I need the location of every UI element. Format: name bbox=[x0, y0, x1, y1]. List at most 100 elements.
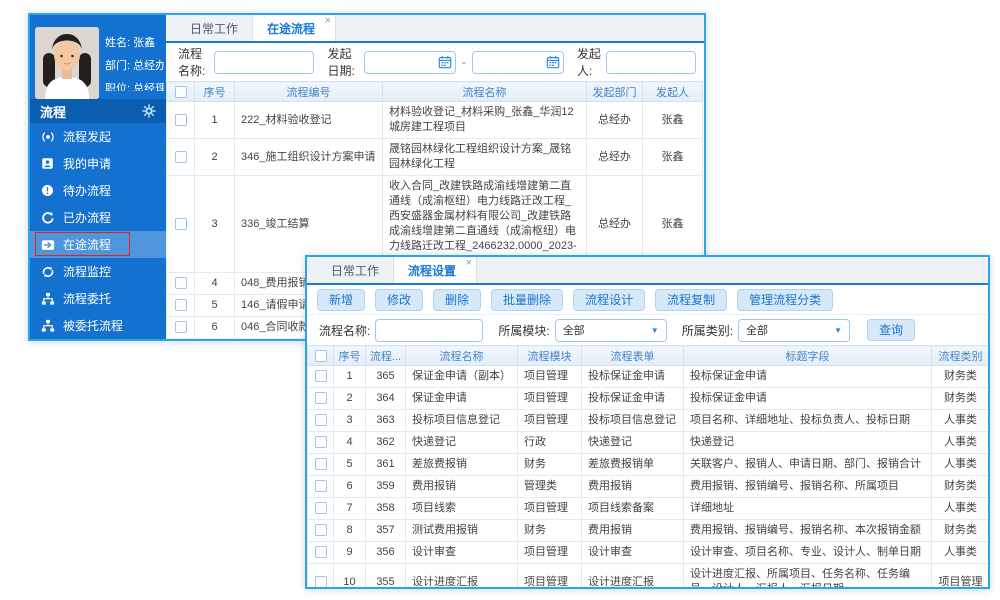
category-select[interactable]: 全部 ▼ bbox=[738, 319, 850, 342]
batch-delete-button[interactable]: 批量删除 bbox=[491, 289, 563, 311]
cell-category: 人事类 bbox=[932, 454, 990, 476]
cell-category: 财务类 bbox=[932, 366, 990, 388]
sidebar-item-label: 已办流程 bbox=[63, 209, 111, 226]
row-checkbox[interactable] bbox=[175, 321, 187, 333]
row-checkbox[interactable] bbox=[175, 114, 187, 126]
tab-bar: 日常工作 流程设置 × bbox=[307, 257, 988, 285]
calendar-icon[interactable] bbox=[546, 55, 560, 69]
category-label: 所属类别: bbox=[682, 322, 733, 339]
row-checkbox[interactable] bbox=[315, 502, 327, 514]
cell-code: 364 bbox=[366, 388, 406, 410]
table-row[interactable]: 10355设计进度汇报项目管理设计进度汇报设计进度汇报、所属项目、任务名称、任务… bbox=[308, 564, 990, 590]
cell-name: 材料验收登记_材料采购_张鑫_华润12城房建工程项目 bbox=[383, 102, 587, 139]
cell-seq: 2 bbox=[195, 139, 235, 176]
sidebar-item-in-transit-processes[interactable]: 在途流程 bbox=[30, 231, 166, 258]
table-row[interactable]: 9356设计审查项目管理设计审查设计审查、项目名称、专业、设计人、制单日期人事类 bbox=[308, 542, 990, 564]
gear-icon[interactable] bbox=[142, 104, 156, 118]
sidebar-item-delegated-processes[interactable]: 被委托流程 bbox=[30, 312, 166, 339]
cell-seq: 6 bbox=[195, 317, 235, 339]
tab-process-settings[interactable]: 流程设置 × bbox=[393, 257, 477, 283]
row-checkbox[interactable] bbox=[175, 218, 187, 230]
table-row[interactable]: 3363投标项目信息登记项目管理投标项目信息登记项目名称、详细地址、投标负责人、… bbox=[308, 410, 990, 432]
tab-daily-work[interactable]: 日常工作 bbox=[317, 257, 393, 283]
process-settings-window: 日常工作 流程设置 × 新增 修改 删除 批量删除 流程设计 流程复制 管理流程… bbox=[305, 255, 990, 589]
row-checkbox[interactable] bbox=[315, 524, 327, 536]
select-all-checkbox[interactable] bbox=[175, 86, 187, 98]
cell-form: 快递登记 bbox=[582, 432, 684, 454]
process-name-input[interactable] bbox=[214, 51, 314, 74]
row-checkbox[interactable] bbox=[315, 458, 327, 470]
tab-daily-work[interactable]: 日常工作 bbox=[176, 15, 252, 41]
row-checkbox[interactable] bbox=[315, 576, 327, 588]
select-all-cell bbox=[167, 82, 195, 102]
query-button[interactable]: 查询 bbox=[867, 319, 915, 341]
table-row[interactable]: 7358项目线索项目管理项目线索备案详细地址人事类 bbox=[308, 498, 990, 520]
cell-seq: 5 bbox=[195, 295, 235, 317]
table-row[interactable]: 6359费用报销管理类费用报销费用报销、报销编号、报销名称、所属项目财务类 bbox=[308, 476, 990, 498]
sidebar-item-my-applications[interactable]: 我的申请 bbox=[30, 150, 166, 177]
close-icon[interactable]: × bbox=[466, 258, 472, 269]
cell-initiator: 张鑫 bbox=[643, 139, 703, 176]
cell-name: 费用报销 bbox=[406, 476, 518, 498]
cell-form: 设计审查 bbox=[582, 542, 684, 564]
date-to-field bbox=[472, 51, 564, 74]
row-checkbox[interactable] bbox=[315, 480, 327, 492]
cell-title_fields: 投标保证金申请 bbox=[684, 388, 932, 410]
cell-name: 保证金申请 bbox=[406, 388, 518, 410]
checkbox-cell bbox=[308, 498, 334, 520]
calendar-icon[interactable] bbox=[438, 55, 452, 69]
checkbox-cell bbox=[167, 317, 195, 339]
tab-in-transit[interactable]: 在途流程 × bbox=[252, 15, 336, 41]
cell-form: 投标项目信息登记 bbox=[582, 410, 684, 432]
row-checkbox[interactable] bbox=[315, 370, 327, 382]
process-design-button[interactable]: 流程设计 bbox=[573, 289, 645, 311]
table-row[interactable]: 1222_材料验收登记材料验收登记_材料采购_张鑫_华润12城房建工程项目总经办… bbox=[167, 102, 703, 139]
cell-seq: 4 bbox=[195, 273, 235, 295]
tab-label: 日常工作 bbox=[331, 262, 379, 279]
search-filters: 流程名称: 所属模块: 全部 ▼ 所属类别: 全部 ▼ 查询 bbox=[307, 315, 988, 345]
checkbox-cell bbox=[167, 295, 195, 317]
table-row[interactable]: 2364保证金申请项目管理投标保证金申请投标保证金申请财务类 bbox=[308, 388, 990, 410]
delete-button[interactable]: 删除 bbox=[433, 289, 481, 311]
table-row[interactable]: 8357测试费用报销财务费用报销费用报销、报销编号、报销名称、本次报销金额财务类 bbox=[308, 520, 990, 542]
cell-form: 投标保证金申请 bbox=[582, 388, 684, 410]
col-seq: 序号 bbox=[334, 346, 366, 366]
initiator-input[interactable] bbox=[606, 51, 696, 74]
process-name-input[interactable] bbox=[375, 319, 483, 342]
row-checkbox[interactable] bbox=[175, 299, 187, 311]
sidebar-item-process-monitor[interactable]: 流程监控 bbox=[30, 258, 166, 285]
table-row[interactable]: 5361差旅费报销财务差旅费报销单关联客户、报销人、申请日期、部门、报销合计人事… bbox=[308, 454, 990, 476]
sidebar-item-label: 流程监控 bbox=[63, 263, 111, 280]
add-button[interactable]: 新增 bbox=[317, 289, 365, 311]
table-header-row: 序号 流程编号 流程名称 发起部门 发起人 bbox=[167, 82, 703, 102]
cell-category: 人事类 bbox=[932, 498, 990, 520]
table-row[interactable]: 2346_施工组织设计方案申请晟铭园林绿化工程组织设计方案_晟铭园林绿化工程总经… bbox=[167, 139, 703, 176]
table-row[interactable]: 1365保证金申请（副本）项目管理投标保证金申请投标保证金申请财务类 bbox=[308, 366, 990, 388]
row-checkbox[interactable] bbox=[315, 392, 327, 404]
process-copy-button[interactable]: 流程复制 bbox=[655, 289, 727, 311]
sidebar-item-process-delegate[interactable]: 流程委托 bbox=[30, 285, 166, 312]
sidebar-item-process-initiate[interactable]: 流程发起 bbox=[30, 123, 166, 150]
broadcast-icon bbox=[40, 130, 55, 144]
cell-name: 测试费用报销 bbox=[406, 520, 518, 542]
row-checkbox[interactable] bbox=[315, 436, 327, 448]
close-icon[interactable]: × bbox=[325, 16, 331, 27]
row-checkbox[interactable] bbox=[175, 151, 187, 163]
module-select[interactable]: 全部 ▼ bbox=[555, 319, 667, 342]
row-checkbox[interactable] bbox=[315, 546, 327, 558]
sidebar-item-todo-processes[interactable]: 待办流程 bbox=[30, 177, 166, 204]
manage-categories-button[interactable]: 管理流程分类 bbox=[737, 289, 833, 311]
table-row[interactable]: 4362快递登记行政快递登记快递登记人事类 bbox=[308, 432, 990, 454]
checkbox-cell bbox=[308, 476, 334, 498]
process-settings-table: 序号 流程... 流程名称 流程模块 流程表单 标题字段 流程类别 1365保证… bbox=[307, 345, 990, 589]
exclamation-circle-icon bbox=[40, 184, 55, 198]
col-process-form: 流程表单 bbox=[582, 346, 684, 366]
row-checkbox[interactable] bbox=[315, 414, 327, 426]
col-process-name: 流程名称 bbox=[406, 346, 518, 366]
user-info: 姓名: 张鑫 部门: 总经办 职位: 总经理 bbox=[105, 27, 164, 91]
edit-button[interactable]: 修改 bbox=[375, 289, 423, 311]
sidebar-item-done-processes[interactable]: 已办流程 bbox=[30, 204, 166, 231]
process-name-label: 流程名称: bbox=[178, 45, 209, 79]
row-checkbox[interactable] bbox=[175, 277, 187, 289]
select-all-checkbox[interactable] bbox=[315, 350, 327, 362]
